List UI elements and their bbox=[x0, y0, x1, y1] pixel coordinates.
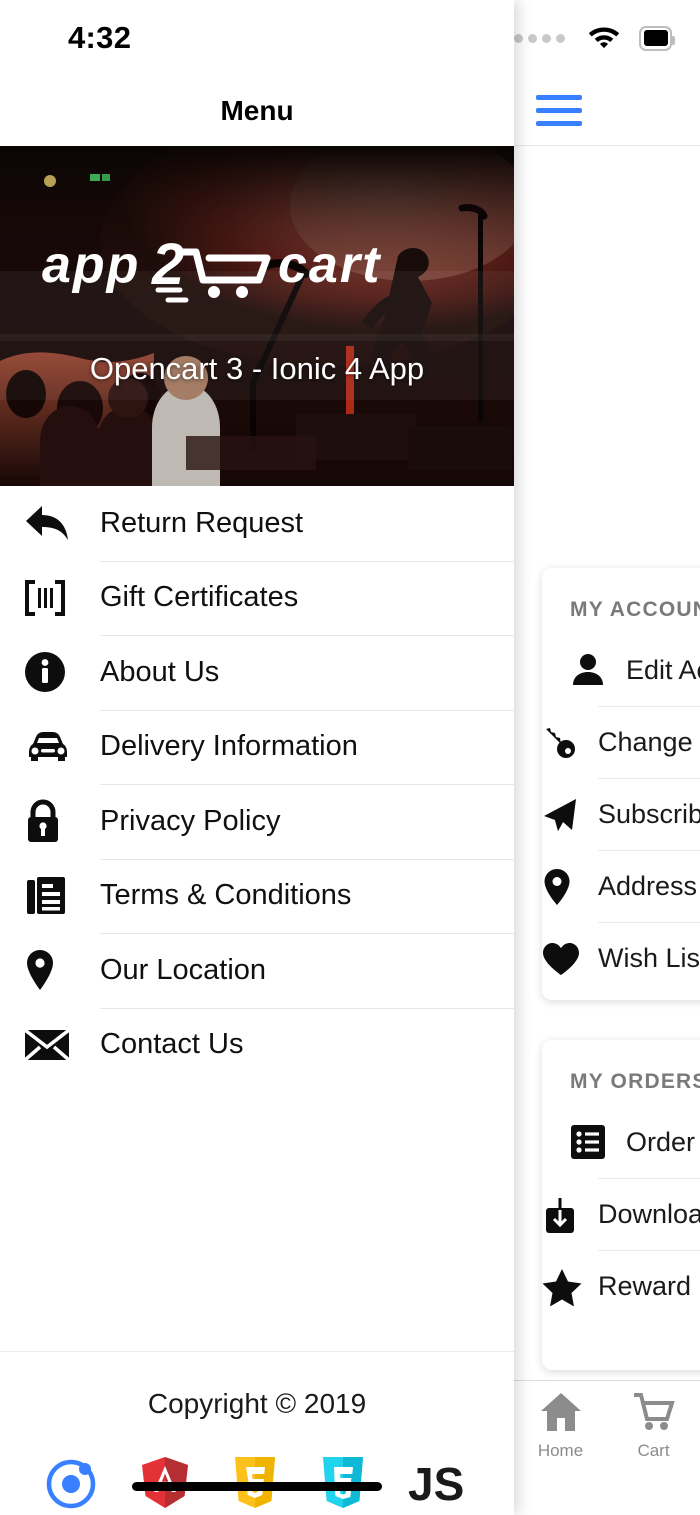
star-icon bbox=[542, 1268, 598, 1306]
menu-item-about-us[interactable]: About Us bbox=[0, 635, 514, 710]
svg-text:cart: cart bbox=[278, 236, 382, 294]
list-item[interactable]: Wish List bbox=[543, 922, 700, 994]
list-item[interactable]: Address Book bbox=[544, 850, 700, 922]
home-icon bbox=[539, 1391, 583, 1438]
list-item[interactable]: Change Password bbox=[546, 706, 700, 778]
home-indicator bbox=[0, 1482, 514, 1491]
menu-item-label: About Us bbox=[100, 655, 220, 688]
wifi-icon bbox=[587, 23, 621, 53]
key-icon bbox=[542, 725, 598, 761]
lock-icon bbox=[24, 799, 100, 843]
tab-home[interactable]: Home bbox=[514, 1391, 607, 1461]
banner-caption: Opencart 3 - Ionic 4 App bbox=[89, 351, 425, 386]
menu-item-label: Privacy Policy bbox=[100, 804, 281, 837]
drawer-menu-list: Return Request Gift Certificates About U… bbox=[0, 486, 514, 1082]
tab-cart[interactable]: Cart bbox=[607, 1391, 700, 1461]
list-item-label: Downloads bbox=[598, 1199, 700, 1229]
menu-item-label: Our Location bbox=[100, 953, 267, 986]
menu-item-contact-us[interactable]: Contact Us bbox=[0, 1007, 514, 1083]
card-title: MY ACCOUNT bbox=[570, 598, 700, 621]
menu-item-return-request[interactable]: Return Request bbox=[0, 486, 514, 561]
card-rows: Order History Downloads Reward Points bbox=[542, 1094, 700, 1322]
envelope-icon bbox=[24, 1028, 100, 1062]
status-bar-time: 4:32 bbox=[68, 20, 132, 55]
barcode-icon bbox=[24, 579, 100, 616]
download-icon bbox=[542, 1196, 598, 1234]
side-menu-drawer: 4:32 Menu app 2 cart Opencart 3 - Ionic … bbox=[0, 0, 514, 1515]
bottom-tab-bar: Home Cart bbox=[514, 1380, 700, 1475]
battery-full-icon bbox=[639, 25, 675, 51]
signal-dots-icon bbox=[514, 33, 565, 43]
list-item[interactable]: Subscribe Newsletter bbox=[544, 778, 700, 850]
app2cart-logo: app 2 cart bbox=[42, 234, 382, 303]
list-item[interactable]: Order History bbox=[542, 1106, 700, 1178]
menu-item-privacy-policy[interactable]: Privacy Policy bbox=[0, 784, 514, 859]
car-icon bbox=[24, 730, 100, 764]
svg-text:app: app bbox=[42, 236, 140, 294]
list-item-label: Change Password bbox=[598, 727, 700, 757]
tab-label: Home bbox=[537, 1441, 584, 1460]
heart-icon bbox=[542, 942, 598, 976]
map-pin-icon bbox=[542, 868, 598, 906]
cart-icon bbox=[632, 1391, 676, 1438]
paper-plane-icon bbox=[542, 796, 598, 834]
list-item-label: Edit Account bbox=[626, 654, 700, 685]
menu-item-label: Gift Certificates bbox=[100, 581, 299, 614]
drawer-spacer bbox=[0, 1082, 514, 1351]
info-circle-icon bbox=[24, 651, 100, 693]
menu-item-gift-certificates[interactable]: Gift Certificates bbox=[0, 560, 514, 636]
menu-item-terms-conditions[interactable]: Terms & Conditions bbox=[0, 858, 514, 934]
list-item[interactable]: Downloads bbox=[546, 1178, 700, 1250]
background-toolbar bbox=[514, 76, 700, 146]
concert-photo bbox=[0, 146, 514, 486]
list-item[interactable]: Edit Account bbox=[542, 634, 700, 706]
drawer-toolbar: Menu bbox=[0, 76, 514, 146]
menu-item-our-location[interactable]: Our Location bbox=[0, 933, 514, 1008]
drawer-banner[interactable]: app 2 cart Opencart 3 - Ionic 4 App bbox=[0, 146, 514, 486]
menu-item-label: Delivery Information bbox=[100, 730, 358, 763]
background-status-bar bbox=[514, 0, 700, 76]
list-item-label: Reward Points bbox=[598, 1271, 700, 1301]
list-item-label: Wish List bbox=[598, 943, 700, 973]
hamburger-menu-icon[interactable] bbox=[536, 95, 582, 126]
list-item[interactable]: Reward Points bbox=[542, 1250, 700, 1322]
list-icon bbox=[570, 1124, 626, 1160]
list-item-label: Subscribe Newsletter bbox=[598, 799, 700, 829]
status-bar: 4:32 bbox=[0, 0, 514, 76]
list-item-label: Order History bbox=[626, 1126, 700, 1157]
card-rows: Edit Account Change Password Subscribe N… bbox=[542, 622, 700, 994]
reply-arrow-icon bbox=[24, 504, 100, 542]
my-account-card: MY ACCOUNT Edit Account Change Password … bbox=[542, 568, 700, 1000]
document-list-icon bbox=[24, 875, 100, 917]
tab-label: Cart bbox=[637, 1441, 670, 1460]
map-pin-icon bbox=[24, 949, 100, 991]
copyright-text: Copyright © 2019 bbox=[147, 1388, 367, 1419]
card-title: MY ORDERS bbox=[570, 1070, 700, 1093]
list-item-label: Address Book bbox=[598, 871, 700, 901]
my-orders-card: MY ORDERS Order History Downloads Reward… bbox=[542, 1040, 700, 1370]
menu-item-label: Return Request bbox=[100, 506, 304, 539]
page-title: Menu bbox=[220, 95, 294, 126]
person-icon bbox=[570, 652, 626, 688]
menu-item-label: Contact Us bbox=[100, 1028, 244, 1061]
menu-item-label: Terms & Conditions bbox=[100, 879, 352, 912]
menu-item-delivery-information[interactable]: Delivery Information bbox=[0, 709, 514, 785]
